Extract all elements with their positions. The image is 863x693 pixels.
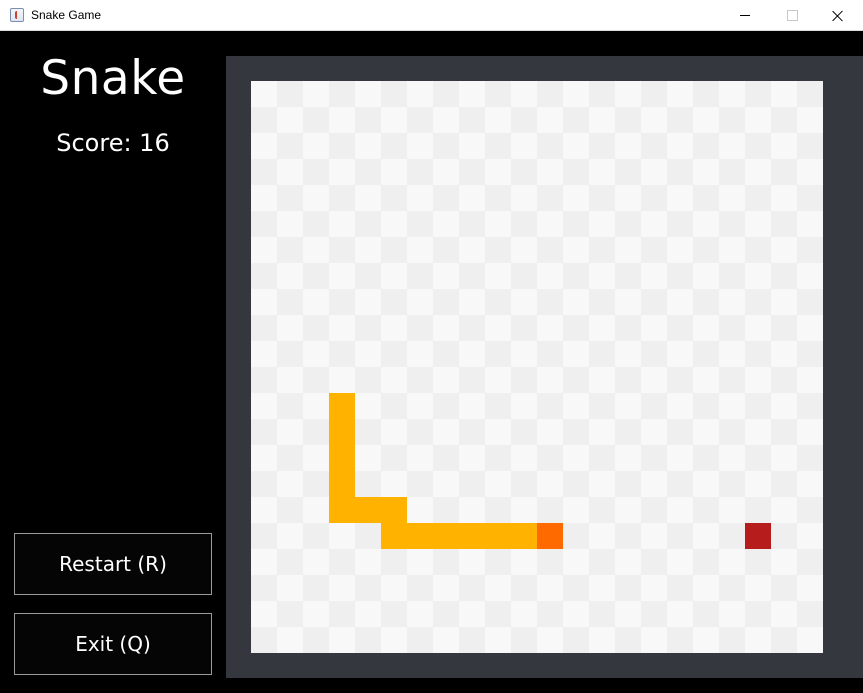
maximize-button[interactable]: [769, 0, 815, 31]
minimize-button[interactable]: [722, 0, 768, 31]
restart-button[interactable]: Restart (R): [14, 533, 212, 595]
snake-segment: [329, 419, 355, 445]
snake-segment: [355, 497, 381, 523]
maximize-icon: [786, 10, 798, 21]
snake-segment: [433, 523, 459, 549]
snake-segment: [511, 523, 537, 549]
snake-head: [537, 523, 563, 549]
snake-segment: [381, 497, 407, 523]
snake-segment: [381, 523, 407, 549]
close-button[interactable]: [815, 0, 861, 31]
window-title: Snake Game: [31, 8, 102, 22]
exit-button[interactable]: Exit (Q): [14, 613, 212, 675]
food: [745, 523, 771, 549]
snake-segment: [407, 523, 433, 549]
title-bar: Snake Game: [0, 0, 863, 31]
snake-segment: [329, 497, 355, 523]
snake-segment: [329, 471, 355, 497]
snake-segment: [459, 523, 485, 549]
java-app-icon: [10, 8, 24, 22]
snake-segment: [485, 523, 511, 549]
minimize-icon: [740, 15, 750, 16]
sidebar: Snake Score: 16 Restart (R) Exit (Q): [0, 31, 226, 693]
score-label: Score: 16: [56, 129, 170, 157]
game-title: Snake: [40, 51, 186, 106]
game-board[interactable]: [251, 81, 823, 653]
snake-segment: [329, 445, 355, 471]
close-icon: [832, 10, 844, 22]
snake-segment: [329, 393, 355, 419]
